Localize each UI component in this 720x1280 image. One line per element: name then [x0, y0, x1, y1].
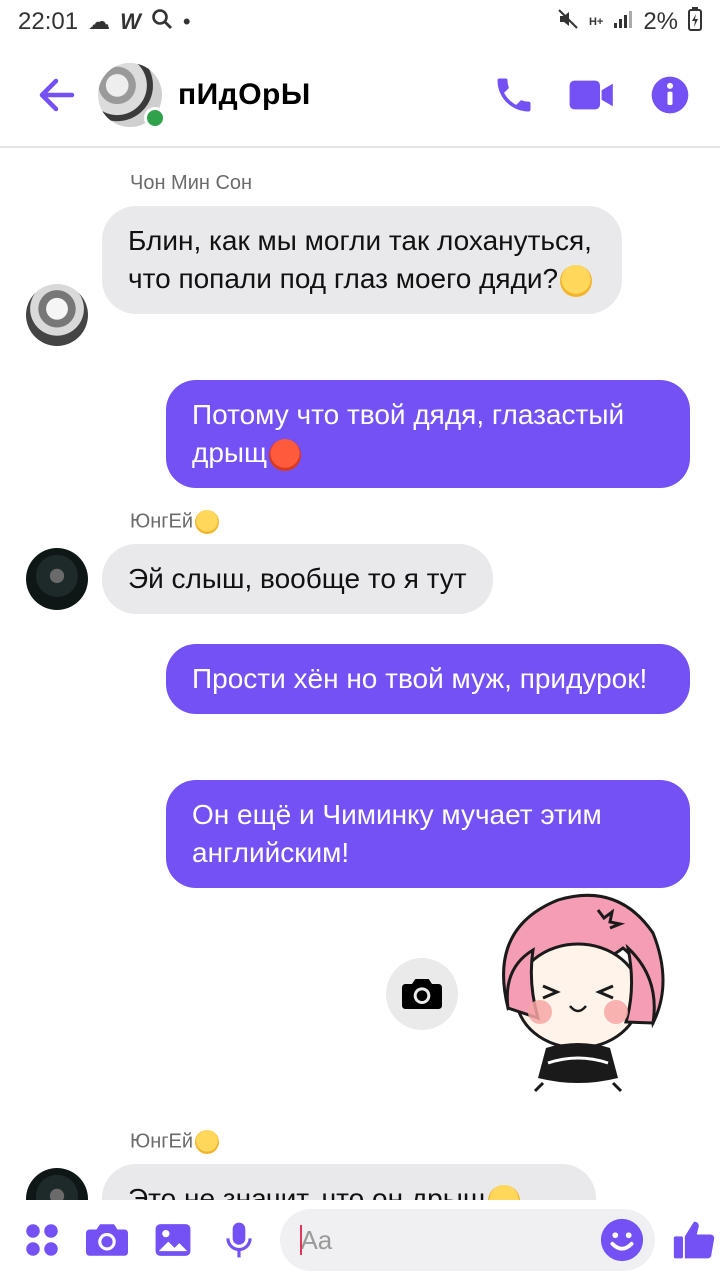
message-text: Потому что твой дядя, глазастый дрыщ: [192, 399, 625, 468]
like-button[interactable]: [669, 1213, 720, 1267]
camera-shortcut-button[interactable]: [386, 958, 458, 1030]
angry-girl-sticker[interactable]: [488, 888, 668, 1100]
group-avatar[interactable]: [98, 63, 166, 129]
network-type: H+: [588, 16, 604, 28]
angry-face-icon: [269, 438, 302, 471]
search-icon: [151, 8, 173, 37]
outgoing-message[interactable]: Он ещё и Чиминку мучает этим английским!: [166, 780, 690, 888]
online-indicator: [144, 107, 166, 129]
video-camera-icon: [569, 80, 613, 110]
video-call-button[interactable]: [564, 67, 620, 123]
sender-avatar[interactable]: [26, 1168, 88, 1200]
info-icon: [651, 76, 689, 114]
microphone-icon: [225, 1222, 252, 1258]
message-text: Он ещё и Чиминку мучает этим английским!: [192, 799, 602, 868]
laughing-face-icon: [195, 510, 220, 534]
camera-button[interactable]: [84, 1215, 132, 1265]
sender-name-text: ЮнгЕй: [130, 1130, 194, 1153]
sender-name-text: ЮнгЕй: [130, 510, 194, 533]
outgoing-message[interactable]: Прости хён но твой муж, придурок!: [166, 644, 690, 714]
incoming-message[interactable]: Блин, как мы могли так лохануться, что п…: [102, 206, 622, 314]
more-apps-button[interactable]: [18, 1215, 66, 1265]
message-input-placeholder: Aa: [300, 1224, 333, 1255]
message-composer: Aa: [0, 1200, 720, 1280]
chat-title[interactable]: пИдОрЫ: [178, 78, 486, 112]
incoming-message[interactable]: Это не значит, что он дрыщ: [102, 1164, 596, 1200]
signal-icon: [613, 8, 633, 36]
back-arrow-icon: [39, 78, 75, 112]
voice-call-button[interactable]: [486, 67, 542, 123]
sender-avatar[interactable]: [26, 548, 88, 610]
gallery-button[interactable]: [149, 1215, 197, 1265]
camera-icon: [86, 1224, 129, 1256]
worried-face-icon: [560, 264, 593, 297]
sender-name: ЮнгЕй: [130, 1130, 220, 1154]
emoji-icon: [600, 1218, 643, 1262]
message-text: Это не значит, что он дрыщ: [128, 1183, 486, 1200]
status-bar: 22:01 ☁ W • H+ 2%: [0, 0, 720, 44]
cloud-icon: ☁: [88, 9, 111, 34]
sender-name: ЮнгЕй: [130, 510, 220, 534]
camera-icon: [402, 979, 442, 1009]
message-text: Эй слыш, вообще то я тут: [128, 563, 467, 594]
battery-percent: 2%: [643, 8, 678, 35]
more-apps-icon: [26, 1224, 58, 1256]
like-icon: [674, 1221, 715, 1259]
laughing-face-icon: [195, 1130, 220, 1154]
message-list[interactable]: Чон Мин Сон Блин, как мы могли так лохан…: [0, 150, 720, 1200]
message-text: Прости хён но твой муж, придурок!: [192, 663, 648, 694]
status-time: 22:01: [18, 8, 79, 35]
phone-icon: [497, 78, 531, 112]
text-caret: [300, 1225, 303, 1255]
dot-icon: •: [182, 9, 191, 34]
outgoing-message[interactable]: Потому что твой дядя, глазастый дрыщ: [166, 380, 690, 488]
message-text: Блин, как мы могли так лохануться, что п…: [128, 225, 592, 294]
message-input[interactable]: Aa: [280, 1209, 655, 1271]
mute-icon: [557, 8, 579, 37]
info-button[interactable]: [642, 67, 698, 123]
chat-header: пИдОрЫ: [0, 44, 720, 148]
emoji-button[interactable]: [599, 1217, 645, 1263]
expressionless-face-icon: [487, 1184, 520, 1200]
back-button[interactable]: [26, 65, 86, 125]
microphone-button[interactable]: [215, 1215, 263, 1265]
sender-avatar[interactable]: [26, 284, 88, 346]
incoming-message[interactable]: Эй слыш, вообще то я тут: [102, 544, 493, 614]
battery-icon: [688, 6, 702, 38]
gallery-icon: [155, 1224, 191, 1256]
w-app-icon: W: [120, 9, 141, 34]
sender-name: Чон Мин Сон: [130, 172, 253, 194]
